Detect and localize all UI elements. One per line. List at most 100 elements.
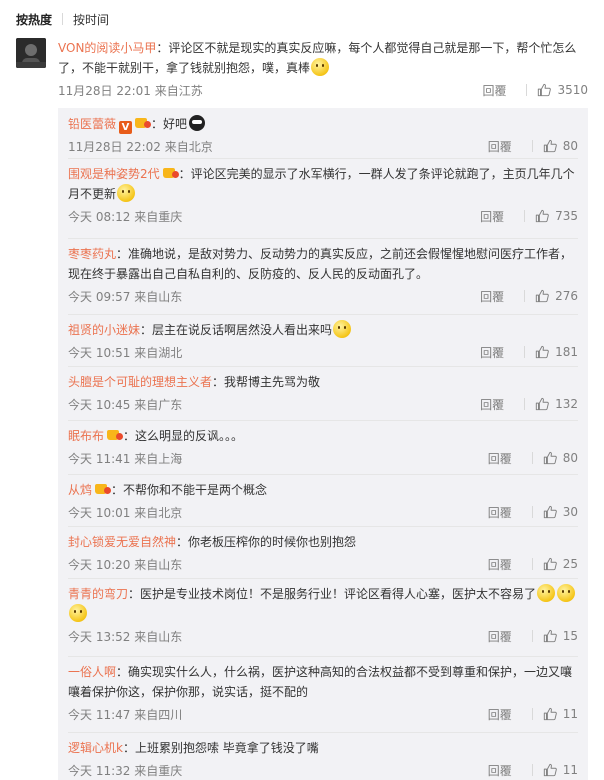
reply-username[interactable]: 一俗人啊 [68,665,116,679]
like-count: 276 [555,289,578,303]
reply-text: 枣枣药丸：准确地说，是敌对势力、反动势力的真实反应，之前还会假惺惺地慰问医疗工作… [68,244,578,284]
reply-content: ：确实现实什么人，什么祸，医护这种高知的合法权益都不受到尊重和保护，一边又嚷嚷着… [68,665,573,699]
reply-time: 今天 10:45 来自广东 [68,397,183,412]
reply-text: 青青的弯刀：医护是专业技术岗位！不是服务行业！评论区看得人心塞，医护太不容易了 [68,584,578,624]
reply-content: ：层主在说反话啊居然没人看出来吗 [140,323,333,337]
reply-button[interactable]: 回覆 [480,288,520,305]
action-divider [531,506,533,518]
like-button[interactable]: 80 [543,139,578,153]
main-comment-time: 11月28日 22:01 来自江苏 [58,83,203,98]
action-divider [531,140,533,152]
main-comment-text: VON的阅读小马甲：评论区不就是现实的真实反应嘛，每个人都觉得自己就是那一下，帮… [58,38,588,78]
reply-item: 围观是种姿势2代 ：评论区完美的显示了水军横行，一群人发了条评论就跑了，主页几年几… [58,164,588,226]
thumbs-up-icon [543,505,557,519]
reply-username[interactable]: 头膻是个可耻的理想主义者 [68,375,212,389]
sort-by-hot-tab[interactable]: 按热度 [16,11,52,28]
reply-item: 青青的弯刀：医护是专业技术岗位！不是服务行业！评论区看得人心塞，医护太不容易了今… [58,584,588,646]
like-count: 735 [555,209,578,223]
like-count: 15 [562,629,578,643]
like-button[interactable]: 11 [543,763,578,777]
sort-divider [62,13,64,25]
reply-time: 今天 13:52 来自山东 [68,629,183,644]
reply-button[interactable]: 回覆 [488,138,528,155]
reply-text: 眠布布 ：这么明显的反讽。。。 [68,426,578,446]
reply-content: ：好吧 [151,117,188,131]
vip-badge-icon [135,117,152,130]
reply-list: 铅医蕾薇 V ：好吧 11月28日 22:02 来自北京 回覆 80 围观是种姿势2代 ：评论… [58,108,588,780]
like-button[interactable]: 15 [543,629,578,643]
thumbs-up-icon [543,707,557,721]
avatar[interactable] [16,38,46,68]
reply-meta: 11月28日 22:02 来自北京 回覆 80 [68,136,578,156]
reply-username[interactable]: 逻辑心机k [68,741,123,755]
reply-item: 眠布布 ：这么明显的反讽。。。 今天 11:41 来自上海 回覆 80 [58,426,588,468]
thumbs-up-icon [543,451,557,465]
reply-username[interactable]: 祖贤的小迷妹 [68,323,140,337]
reply-content: ：准确地说，是敌对势力、反动势力的真实反应，之前还会假惺惺地慰问医疗工作者，现在… [68,247,573,281]
like-count: 25 [562,557,578,571]
reply-button[interactable]: 回覆 [488,504,528,521]
reply-meta: 今天 10:20 来自山东 回覆 25 [68,554,578,574]
reply-username[interactable]: 铅医蕾薇 [68,117,116,131]
reply-button[interactable]: 回覆 [480,208,520,225]
reply-button[interactable]: 回覆 [488,450,528,467]
reply-button[interactable]: 回覆 [488,706,528,723]
reply-button[interactable]: 回覆 [488,556,528,573]
reply-username[interactable]: 枣枣药丸 [68,247,116,261]
reply-time: 11月28日 22:02 来自北京 [68,139,213,154]
like-count: 80 [562,139,578,153]
reply-username[interactable]: 眠布布 [68,429,104,443]
thumbs-up-icon [538,83,552,97]
reply-button[interactable]: 回覆 [480,396,520,413]
thumbs-up-icon [535,209,549,223]
reply-time: 今天 10:51 来自湖北 [68,345,183,360]
reply-text: 围观是种姿势2代 ：评论区完美的显示了水军横行，一群人发了条评论就跑了，主页几年几… [68,164,578,204]
reply-time: 今天 10:20 来自山东 [68,557,183,572]
main-like-button[interactable]: 3510 [537,83,588,97]
like-button[interactable]: 735 [535,209,578,223]
reply-username[interactable]: 青青的弯刀 [68,587,128,601]
like-button[interactable]: 132 [535,397,578,411]
reply-time: 今天 08:12 来自重庆 [68,209,183,224]
reply-meta: 今天 11:47 来自四川 回覆 11 [68,704,578,724]
like-button[interactable]: 30 [543,505,578,519]
reply-time: 今天 11:32 来自重庆 [68,763,183,778]
reply-button[interactable]: 回覆 [488,762,528,779]
action-divider [524,346,526,358]
reply-content: ：不帮你和不能干是两个概念 [111,483,268,497]
reply-meta: 今天 13:52 来自山东 回覆 15 [68,626,578,646]
reply-button[interactable]: 回覆 [488,628,528,645]
like-button[interactable]: 25 [543,557,578,571]
reply-username[interactable]: 封心锁爱无爱自然神 [68,535,176,549]
reply-content: ：我帮博主先骂为敬 [212,375,321,389]
vip-badge-icon [95,483,112,496]
action-divider [531,630,533,642]
reply-divider [68,158,578,159]
reply-content: ：这么明显的反讽。。。 [123,429,244,443]
main-reply-button[interactable]: 回覆 [482,82,522,99]
like-count: 132 [555,397,578,411]
reply-time: 今天 09:57 来自山东 [68,289,183,304]
like-button[interactable]: 276 [535,289,578,303]
sort-by-time-tab[interactable]: 按时间 [73,11,109,28]
action-divider [524,290,526,302]
like-button[interactable]: 11 [543,707,578,721]
thumbs-up-icon [543,629,557,643]
reply-item: 一俗人啊：确实现实什么人，什么祸，医护这种高知的合法权益都不受到尊重和保护，一边… [58,662,588,724]
smile-emoji-icon [311,58,330,76]
sad-emoji-icon [557,584,576,602]
reply-username[interactable]: 从鸩 [68,483,92,497]
reply-item: 祖贤的小迷妹：层主在说反话啊居然没人看出来吗今天 10:51 来自湖北 回覆 181 [58,320,588,362]
main-like-count: 3510 [557,83,588,97]
reply-text: 头膻是个可耻的理想主义者：我帮博主先骂为敬 [68,372,578,392]
like-button[interactable]: 181 [535,345,578,359]
reply-button[interactable]: 回覆 [480,344,520,361]
reply-username[interactable]: 围观是种姿势2代 [68,167,160,181]
reply-item: 铅医蕾薇 V ：好吧 11月28日 22:02 来自北京 回覆 80 [58,114,588,156]
main-comment-username[interactable]: VON的阅读小马甲 [58,41,156,55]
reply-meta: 今天 10:51 来自湖北 回覆 181 [68,342,578,362]
like-button[interactable]: 80 [543,451,578,465]
like-count: 80 [562,451,578,465]
reply-divider [68,420,578,421]
thumbs-up-icon [535,345,549,359]
